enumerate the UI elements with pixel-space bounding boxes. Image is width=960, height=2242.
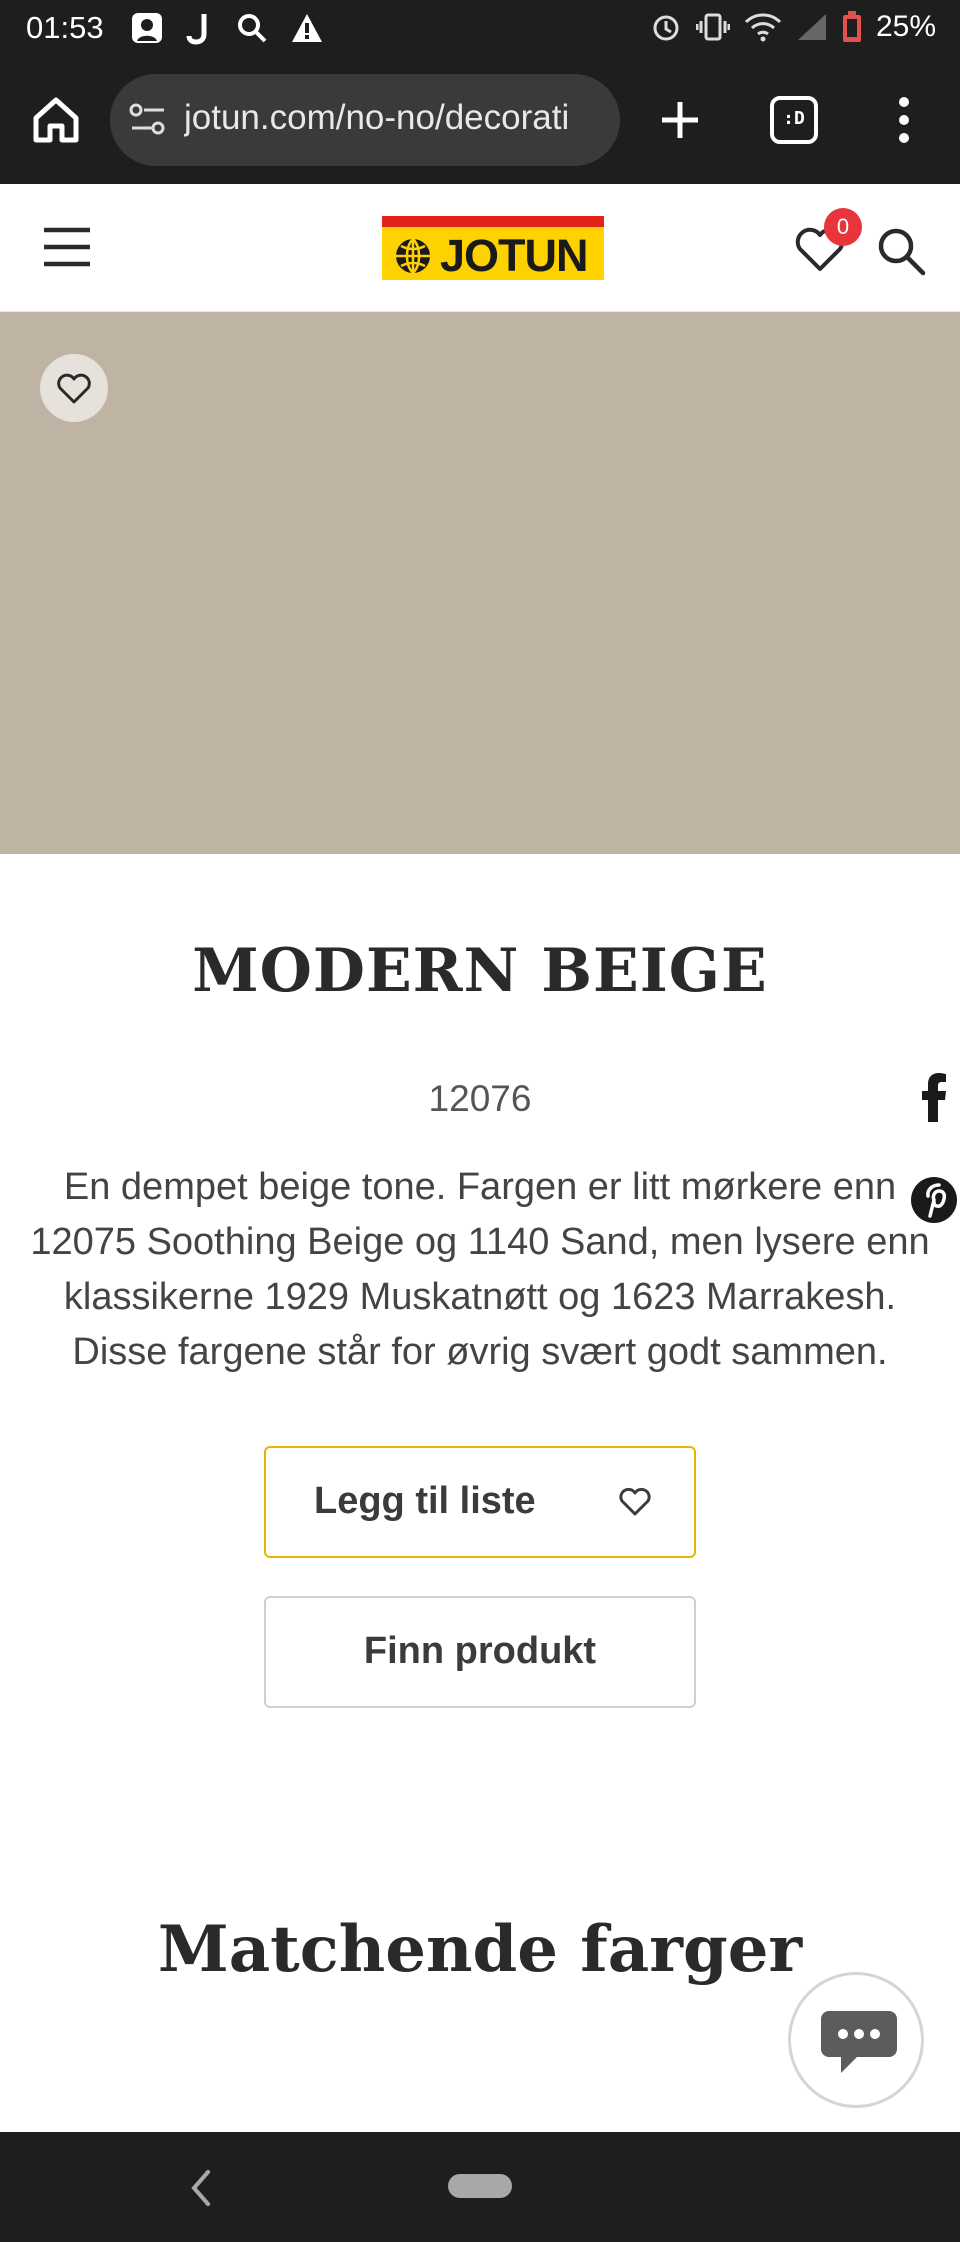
logo-stripe (382, 216, 604, 227)
vibrate-icon (695, 13, 730, 41)
system-navigation-bar (0, 2132, 960, 2242)
notification-icon (132, 13, 162, 43)
signal-icon (797, 14, 826, 40)
wishlist-count-badge: 0 (824, 208, 862, 246)
heart-icon (57, 373, 91, 404)
wifi-icon (744, 13, 782, 42)
status-bar: 01:53 25% (0, 0, 960, 56)
pinterest-icon (911, 1177, 957, 1223)
chat-button[interactable] (788, 1972, 924, 2108)
battery-percent: 25% (875, 10, 936, 43)
add-to-list-button[interactable]: Legg til liste (264, 1446, 696, 1558)
share-pinterest-link[interactable] (910, 1176, 958, 1224)
logo-globe-icon (396, 238, 430, 274)
plus-icon (662, 102, 698, 138)
warning-icon (292, 14, 322, 42)
more-vertical-icon (899, 97, 909, 143)
status-time: 01:53 (26, 10, 104, 45)
jotun-logo[interactable]: JOTUN (382, 216, 604, 281)
find-product-button[interactable]: Finn produkt (264, 1596, 696, 1708)
add-to-list-label: Legg til liste (314, 1480, 536, 1522)
chat-icon (821, 2011, 897, 2073)
facebook-icon (922, 1073, 946, 1122)
find-product-label: Finn produkt (363, 1630, 597, 1672)
nav-home-pill[interactable] (448, 2174, 512, 2198)
status-notification-icons (130, 11, 324, 45)
new-tab-button[interactable] (652, 92, 708, 148)
home-icon (33, 97, 79, 143)
logo-text: JOTUN (440, 230, 589, 281)
nav-back-button[interactable] (186, 2168, 216, 2208)
share-facebook-link[interactable] (914, 1072, 954, 1122)
status-system-icons: 25% (650, 10, 936, 44)
search-icon (878, 228, 926, 276)
url-text: jotun.com/no-no/decorati (184, 98, 570, 137)
alarm-icon (653, 15, 679, 41)
menu-button[interactable] (40, 224, 94, 270)
search-icon (238, 14, 267, 43)
color-name: MODERN BEIGE (192, 936, 768, 1006)
browser-home-button[interactable] (28, 92, 84, 148)
search-button[interactable] (874, 224, 928, 278)
swatch-favorite-button[interactable] (40, 354, 108, 422)
color-swatch (0, 312, 960, 854)
j-icon (186, 14, 207, 45)
site-info-icon[interactable] (128, 102, 168, 138)
hamburger-icon (44, 227, 90, 267)
color-code: 12076 (428, 1078, 532, 1119)
color-description: En dempet beige tone. Fargen er litt mør… (30, 1166, 930, 1373)
matching-colors-title: Matchende farger (157, 1912, 803, 1987)
browser-toolbar: jotun.com/no-no/decorati :D (0, 56, 960, 184)
url-bar[interactable]: jotun.com/no-no/decorati (110, 74, 620, 166)
tab-switcher-button[interactable]: :D (770, 96, 818, 144)
site-header: JOTUN 0 (0, 184, 960, 312)
heart-icon (619, 1487, 651, 1516)
back-icon (191, 2170, 210, 2206)
battery-icon (842, 11, 861, 42)
browser-menu-button[interactable] (886, 92, 922, 148)
